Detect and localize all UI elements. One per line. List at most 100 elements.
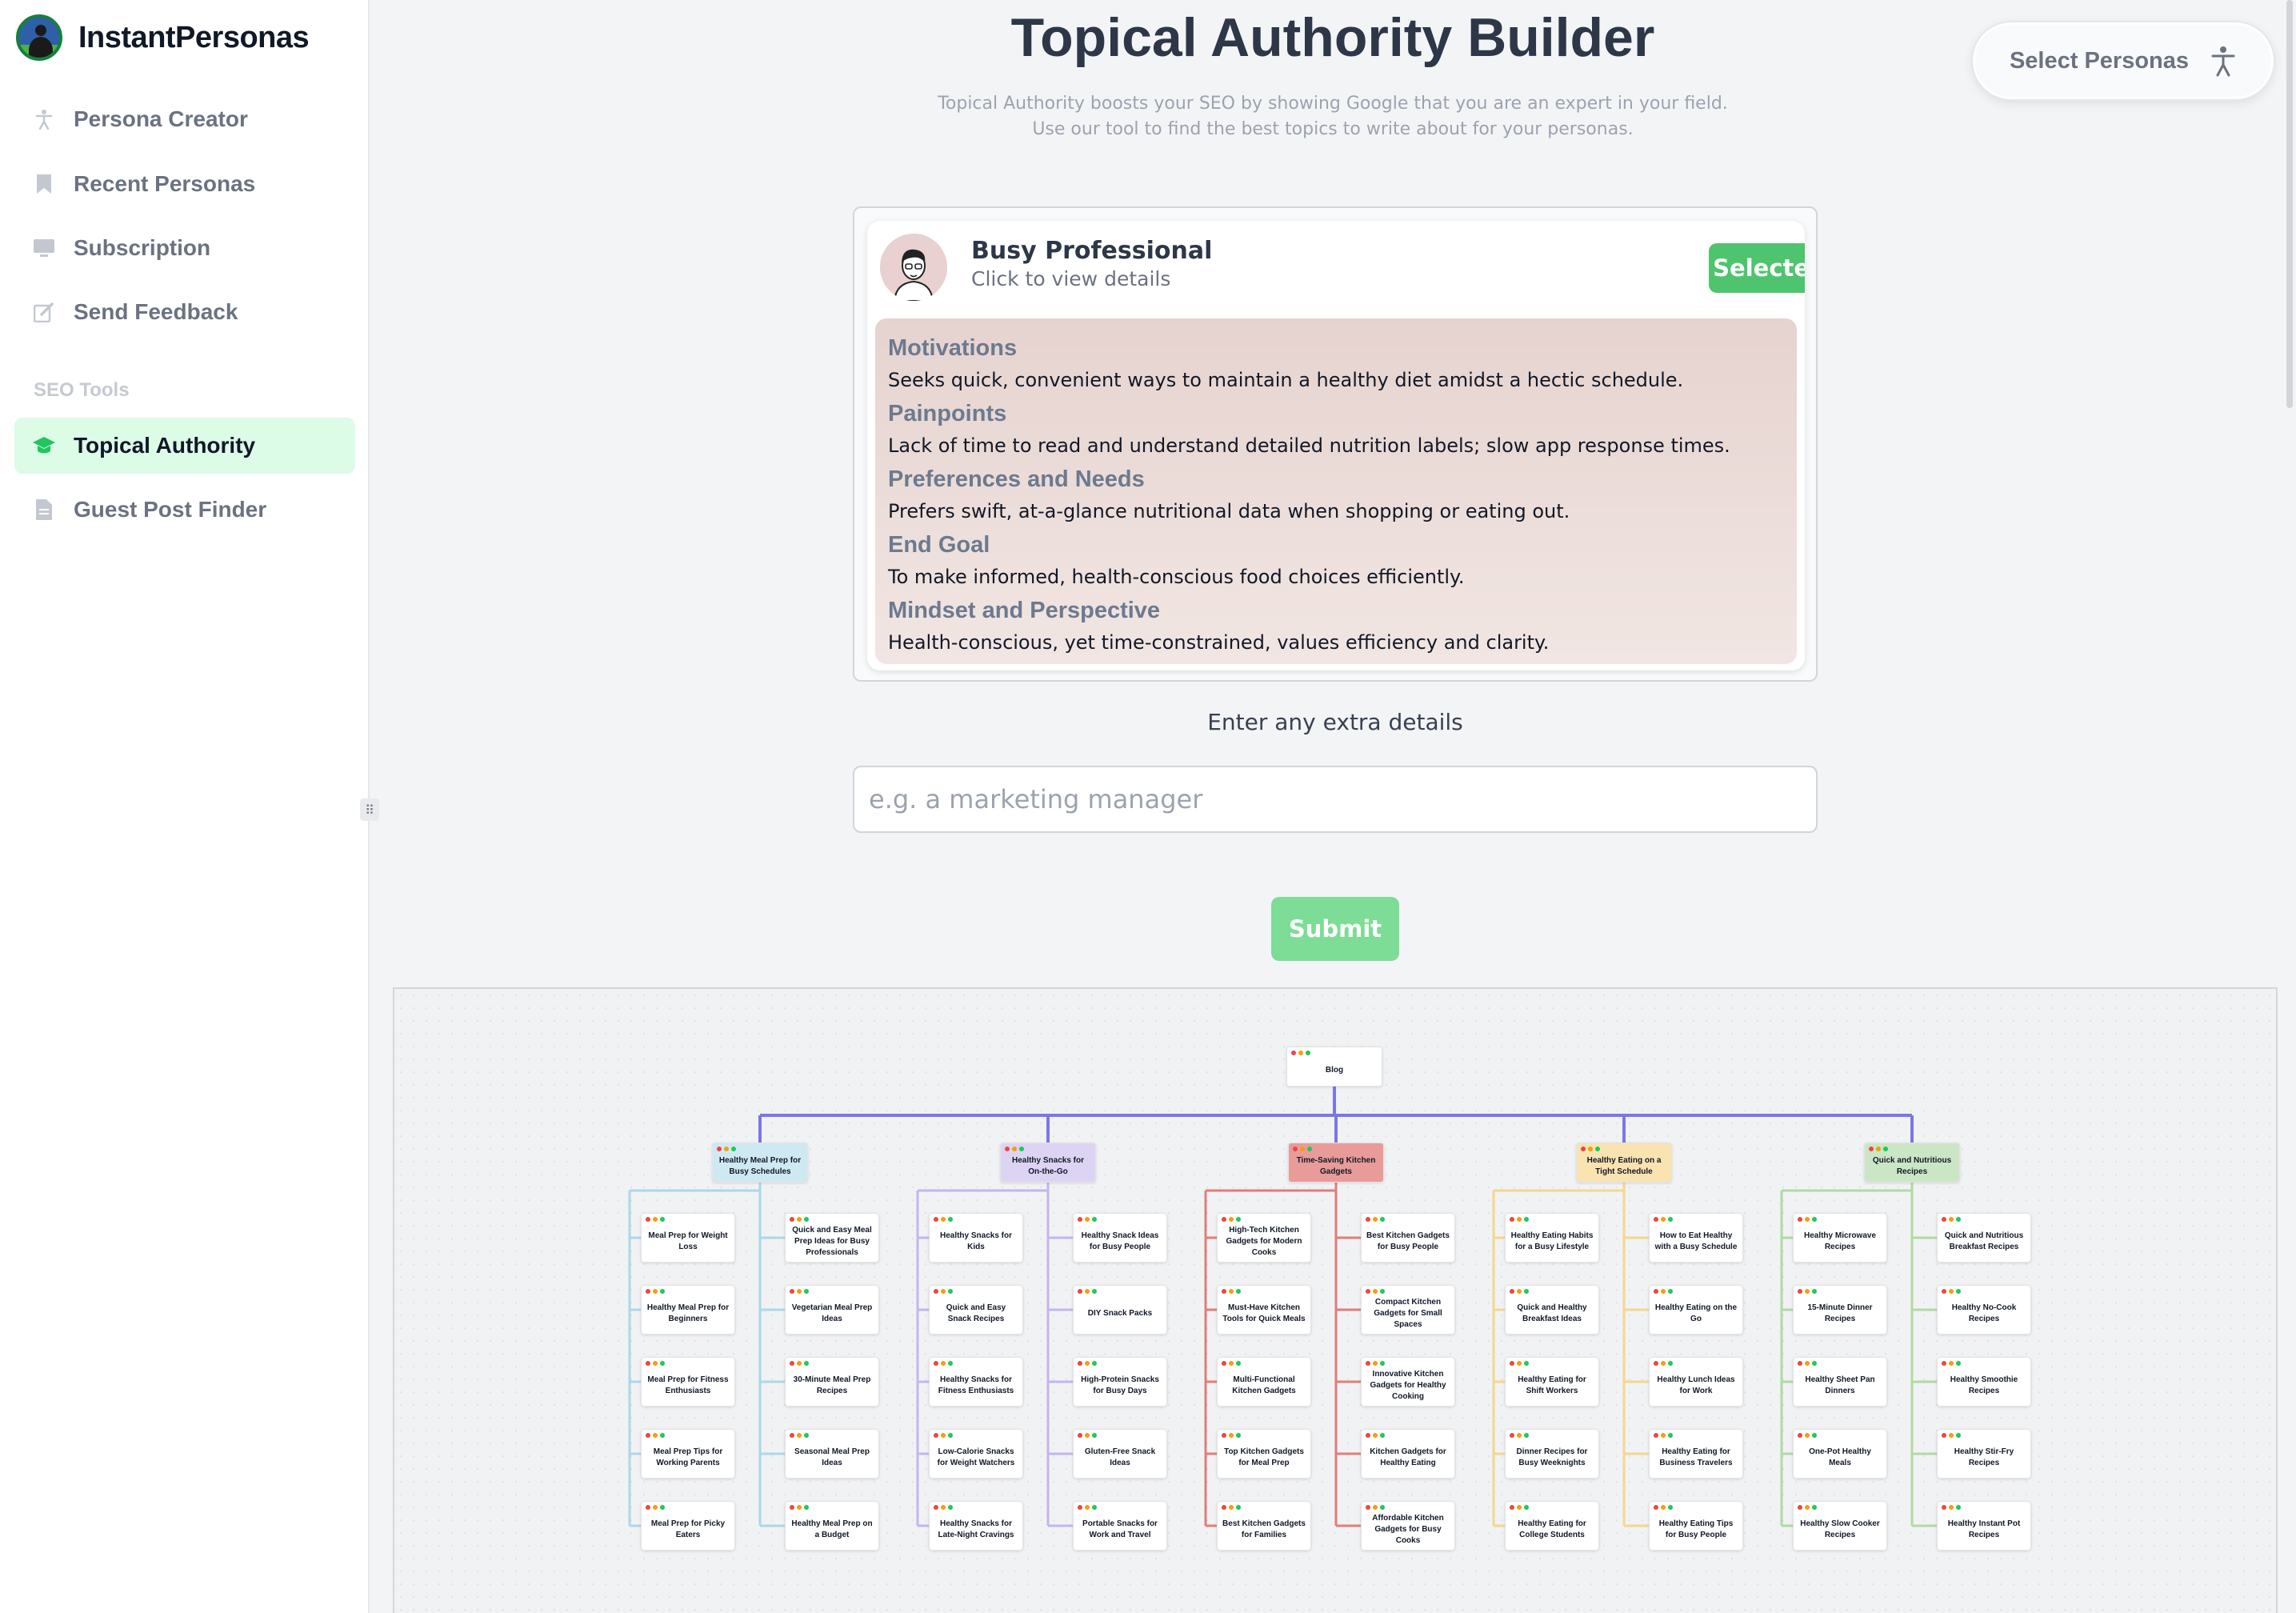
- topic-leaf-node[interactable]: Healthy Lunch Ideas for Work: [1649, 1357, 1743, 1407]
- window-dots-icon: [1581, 1147, 1600, 1151]
- topic-leaf-node[interactable]: Healthy No-Cook Recipes: [1937, 1285, 2031, 1335]
- topic-leaf-node[interactable]: Meal Prep Tips for Working Parents: [641, 1429, 735, 1479]
- window-dots-icon: [1222, 1433, 1241, 1438]
- topic-leaf-node[interactable]: Low-Calorie Snacks for Weight Watchers: [929, 1429, 1023, 1479]
- sidebar-item-persona-creator[interactable]: Persona Creator: [14, 91, 355, 147]
- topic-leaf-node[interactable]: Healthy Meal Prep on a Budget: [785, 1501, 879, 1551]
- accessibility-icon: [2210, 45, 2237, 77]
- topic-leaf-node[interactable]: Quick and Healthy Breakfast Ideas: [1505, 1285, 1599, 1335]
- topic-leaf-node[interactable]: Top Kitchen Gadgets for Meal Prep: [1217, 1429, 1311, 1479]
- sidebar-resize-handle[interactable]: ⠿: [360, 798, 379, 821]
- node-label: Healthy Eating on the Go: [1654, 1303, 1738, 1323]
- sidebar-item-subscription[interactable]: Subscription: [14, 220, 355, 276]
- topic-leaf-node[interactable]: Multi-Functional Kitchen Gadgets: [1217, 1357, 1311, 1407]
- topic-leaf-node[interactable]: Healthy Snacks for Late-Night Cravings: [929, 1501, 1023, 1551]
- window-dots-icon: [646, 1289, 665, 1294]
- edit-icon: [32, 300, 56, 324]
- topic-leaf-node[interactable]: Healthy Snack Ideas for Busy People: [1073, 1213, 1167, 1263]
- topic-leaf-node[interactable]: Healthy Eating for College Students: [1505, 1501, 1599, 1551]
- topic-leaf-node[interactable]: 30-Minute Meal Prep Recipes: [785, 1357, 879, 1407]
- topic-leaf-node[interactable]: Healthy Eating Tips for Busy People: [1649, 1501, 1743, 1551]
- topic-leaf-node[interactable]: Innovative Kitchen Gadgets for Healthy C…: [1361, 1357, 1455, 1407]
- topic-root-node[interactable]: Blog: [1286, 1047, 1382, 1087]
- node-label: 15-Minute Dinner Recipes: [1807, 1303, 1873, 1323]
- node-label: Healthy Smoothie Recipes: [1950, 1375, 2018, 1395]
- select-personas-button[interactable]: Select Personas: [1973, 22, 2274, 99]
- window-dots-icon: [1510, 1217, 1529, 1222]
- topic-leaf-node[interactable]: Healthy Sheet Pan Dinners: [1793, 1357, 1887, 1407]
- node-label: High-Protein Snacks for Busy Days: [1081, 1375, 1159, 1395]
- topic-leaf-node[interactable]: High-Tech Kitchen Gadgets for Modern Coo…: [1217, 1213, 1311, 1263]
- topic-leaf-node[interactable]: Kitchen Gadgets for Healthy Eating: [1361, 1429, 1455, 1479]
- topic-leaf-node[interactable]: One-Pot Healthy Meals: [1793, 1429, 1887, 1479]
- node-label: Meal Prep Tips for Working Parents: [653, 1447, 723, 1467]
- node-label: Compact Kitchen Gadgets for Small Spaces: [1374, 1298, 1442, 1329]
- topic-leaf-node[interactable]: Must-Have Kitchen Tools for Quick Meals: [1217, 1285, 1311, 1335]
- sidebar-item-topical-authority[interactable]: Topical Authority: [14, 418, 355, 474]
- topic-leaf-node[interactable]: Healthy Eating for Business Travelers: [1649, 1429, 1743, 1479]
- topic-leaf-node[interactable]: Quick and Easy Meal Prep Ideas for Busy …: [785, 1213, 879, 1263]
- topic-leaf-node[interactable]: Meal Prep for Picky Eaters: [641, 1501, 735, 1551]
- topic-leaf-node[interactable]: Healthy Snacks for Kids: [929, 1213, 1023, 1263]
- window-dots-icon: [1510, 1361, 1529, 1366]
- topic-leaf-node[interactable]: Portable Snacks for Work and Travel: [1073, 1501, 1167, 1551]
- detail-text-motivations: Seeks quick, convenient ways to maintain…: [888, 369, 1684, 391]
- node-label: Healthy Microwave Recipes: [1803, 1231, 1877, 1251]
- topic-leaf-node[interactable]: Healthy Stir-Fry Recipes: [1937, 1429, 2031, 1479]
- topic-leaf-node[interactable]: Healthy Eating Habits for a Busy Lifesty…: [1505, 1213, 1599, 1263]
- topic-leaf-node[interactable]: DIY Snack Packs: [1073, 1285, 1167, 1335]
- topic-leaf-node[interactable]: Healthy Eating on the Go: [1649, 1285, 1743, 1335]
- topic-leaf-node[interactable]: Healthy Eating for Shift Workers: [1505, 1357, 1599, 1407]
- topic-leaf-node[interactable]: Compact Kitchen Gadgets for Small Spaces: [1361, 1285, 1455, 1335]
- topic-leaf-node[interactable]: 15-Minute Dinner Recipes: [1793, 1285, 1887, 1335]
- topic-leaf-node[interactable]: Healthy Microwave Recipes: [1793, 1213, 1887, 1263]
- node-label: High-Tech Kitchen Gadgets for Modern Coo…: [1226, 1226, 1302, 1257]
- topic-category-node[interactable]: Quick and Nutritious Recipes: [1864, 1143, 1960, 1183]
- window-dots-icon: [1942, 1361, 1961, 1366]
- node-label: Healthy Stir-Fry Recipes: [1954, 1447, 2014, 1467]
- topic-leaf-node[interactable]: Healthy Snacks for Fitness Enthusiasts: [929, 1357, 1023, 1407]
- select-personas-label: Select Personas: [2009, 47, 2190, 74]
- node-label: 30-Minute Meal Prep Recipes: [793, 1375, 871, 1395]
- topic-leaf-node[interactable]: High-Protein Snacks for Busy Days: [1073, 1357, 1167, 1407]
- sidebar-item-send-feedback[interactable]: Send Feedback: [14, 284, 355, 340]
- topic-leaf-node[interactable]: Quick and Nutritious Breakfast Recipes: [1937, 1213, 2031, 1263]
- node-label: Must-Have Kitchen Tools for Quick Meals: [1222, 1303, 1306, 1323]
- brand-logo-icon: [16, 14, 62, 61]
- topic-leaf-node[interactable]: Meal Prep for Weight Loss: [641, 1213, 735, 1263]
- extra-details-input[interactable]: [853, 766, 1818, 833]
- topic-leaf-node[interactable]: Quick and Easy Snack Recipes: [929, 1285, 1023, 1335]
- topic-leaf-node[interactable]: Best Kitchen Gadgets for Busy People: [1361, 1213, 1455, 1263]
- topic-category-node[interactable]: Healthy Meal Prep for Busy Schedules: [712, 1143, 808, 1183]
- submit-button[interactable]: Submit: [1271, 897, 1399, 961]
- topic-leaf-node[interactable]: Healthy Slow Cooker Recipes: [1793, 1501, 1887, 1551]
- page-scrollbar[interactable]: [2286, 0, 2293, 408]
- topic-leaf-node[interactable]: Healthy Smoothie Recipes: [1937, 1357, 2031, 1407]
- topic-leaf-node[interactable]: How to Eat Healthy with a Busy Schedule: [1649, 1213, 1743, 1263]
- selected-badge[interactable]: Selected: [1709, 243, 1805, 293]
- node-label: Healthy Snacks for On-the-Go: [1011, 1156, 1085, 1176]
- node-label: Healthy Snack Ideas for Busy People: [1081, 1231, 1159, 1251]
- topic-leaf-node[interactable]: Affordable Kitchen Gadgets for Busy Cook…: [1361, 1501, 1455, 1551]
- window-dots-icon: [1078, 1217, 1097, 1222]
- topic-leaf-node[interactable]: Vegetarian Meal Prep Ideas: [785, 1285, 879, 1335]
- topic-leaf-node[interactable]: Seasonal Meal Prep Ideas: [785, 1429, 879, 1479]
- topic-leaf-node[interactable]: Healthy Meal Prep for Beginners: [641, 1285, 735, 1335]
- window-dots-icon: [1078, 1361, 1097, 1366]
- topic-category-node[interactable]: Healthy Snacks for On-the-Go: [1000, 1143, 1096, 1183]
- brand[interactable]: InstantPersonas: [16, 14, 310, 61]
- topic-leaf-node[interactable]: Healthy Instant Pot Recipes: [1937, 1501, 2031, 1551]
- document-icon: [32, 498, 56, 522]
- topic-category-node[interactable]: Healthy Eating on a Tight Schedule: [1576, 1143, 1672, 1183]
- topic-leaf-node[interactable]: Best Kitchen Gadgets for Families: [1217, 1501, 1311, 1551]
- persona-card[interactable]: Busy Professional Click to view details …: [867, 221, 1805, 670]
- window-dots-icon: [646, 1217, 665, 1222]
- topic-leaf-node[interactable]: Meal Prep for Fitness Enthusiasts: [641, 1357, 735, 1407]
- sidebar-item-recent-personas[interactable]: Recent Personas: [14, 156, 355, 212]
- topic-leaf-node[interactable]: Gluten-Free Snack Ideas: [1073, 1429, 1167, 1479]
- topic-category-node[interactable]: Time-Saving Kitchen Gadgets: [1288, 1143, 1384, 1183]
- topic-tree-canvas[interactable]: Blog Healthy Meal Prep for Busy Schedules…: [393, 987, 2278, 1613]
- sidebar-item-guest-post-finder[interactable]: Guest Post Finder: [14, 482, 355, 538]
- window-dots-icon: [1366, 1361, 1385, 1366]
- topic-leaf-node[interactable]: Dinner Recipes for Busy Weeknights: [1505, 1429, 1599, 1479]
